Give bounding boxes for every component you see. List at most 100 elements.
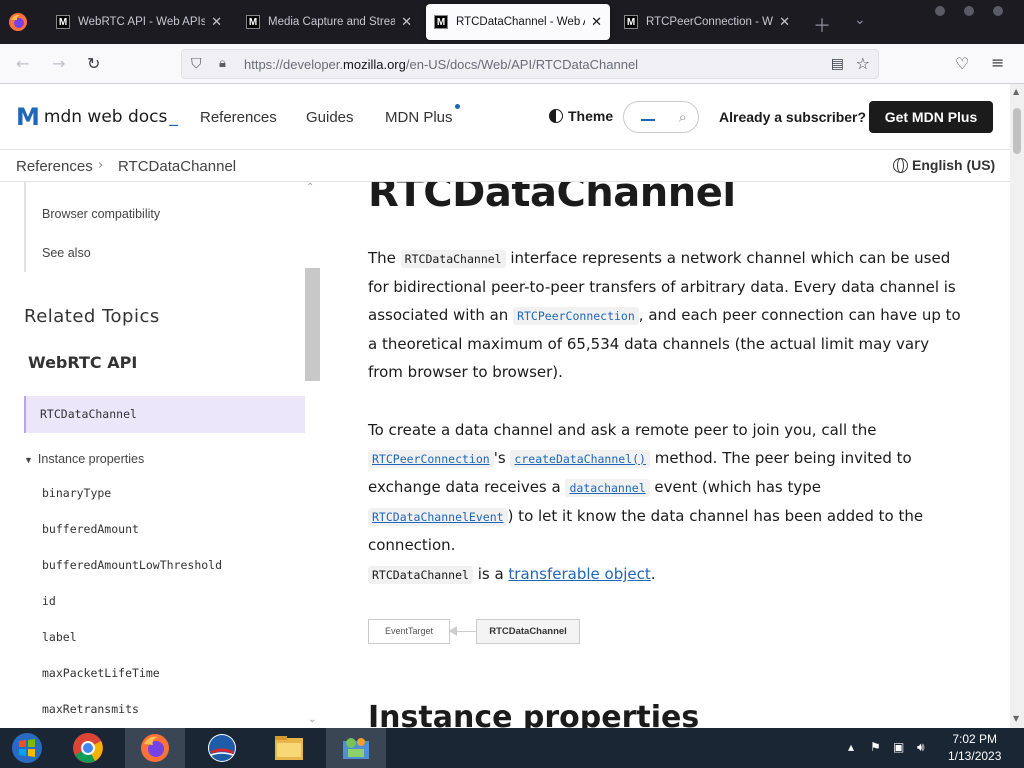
action-center-flag-icon[interactable]: ⚑ [870, 740, 881, 754]
subscriber-login-link[interactable]: Already a subscriber? [719, 109, 866, 125]
back-icon[interactable]: ← [16, 54, 29, 73]
toc-divider [24, 182, 26, 272]
scroll-up-icon[interactable]: ▲ [1013, 87, 1019, 96]
taskbar-file-explorer[interactable] [259, 728, 319, 768]
globe-icon [893, 157, 908, 173]
link-createdatachannel[interactable]: createDataChannel() [510, 450, 650, 468]
link-datachannel-event[interactable]: datachannel [565, 479, 650, 497]
sidebar-item-rtcdatachannel[interactable]: RTCDataChannel [24, 396, 305, 433]
tab-webrtc-api[interactable]: M WebRTC API - Web APIs ✕ [48, 4, 230, 40]
link-rtcpeerconnection[interactable]: RTCPeerConnection [513, 307, 639, 325]
close-tab-icon[interactable]: ✕ [591, 14, 602, 30]
taskbar-firefox[interactable] [125, 728, 185, 768]
get-mdn-plus-button[interactable]: Get MDN Plus [869, 101, 993, 133]
close-window-button[interactable] [993, 6, 1003, 16]
language-switcher[interactable]: English (US) [893, 157, 995, 173]
folder-icon [275, 736, 303, 760]
sidebar-section-instance-properties[interactable]: ▼ Instance properties [24, 452, 144, 466]
nav-references[interactable]: References [200, 109, 277, 126]
close-tab-icon[interactable]: ✕ [401, 14, 412, 30]
search-icon[interactable]: ⌕ [679, 108, 687, 126]
close-tab-icon[interactable]: ✕ [779, 14, 790, 30]
mdn-favicon-icon: M [56, 15, 70, 29]
theme-icon [549, 109, 563, 123]
code-rtcdatachannel: RTCDataChannel [368, 566, 473, 584]
nav-mdn-plus[interactable]: MDN Plus [385, 109, 453, 126]
tab-media-capture[interactable]: M Media Capture and Streams ✕ [238, 4, 420, 40]
reload-icon[interactable]: ↻ [87, 54, 100, 73]
sidebar-item-maxretransmits[interactable]: maxRetransmits [42, 702, 139, 716]
page-title: RTCDataChannel [368, 182, 736, 216]
toc-browser-compatibility[interactable]: Browser compatibility [42, 207, 160, 221]
breadcrumb-current[interactable]: RTCDataChannel [118, 158, 236, 175]
taskbar-chrome[interactable] [58, 728, 118, 768]
show-hidden-icons[interactable]: ▴ [848, 740, 854, 754]
link-rtcdatachannelevent[interactable]: RTCDataChannelEvent [368, 508, 508, 526]
bookmark-star-icon[interactable]: ☆ [856, 54, 870, 73]
windows-start-icon [12, 733, 42, 763]
text-cursor [641, 119, 655, 121]
mdn-header: M mdn web docs _ References Guides MDN P… [0, 84, 1010, 150]
tab-title: Media Capture and Streams [268, 16, 396, 28]
taskbar-control-panel[interactable] [326, 728, 386, 768]
inheritance-diagram: EventTarget RTCDataChannel [368, 619, 580, 644]
firefox-icon [141, 734, 169, 762]
new-tab-icon[interactable]: ＋ [813, 12, 831, 38]
network-icon[interactable]: ▣ [893, 740, 904, 754]
link-transferable-object[interactable]: transferable object [508, 565, 650, 583]
pocket-icon[interactable]: ♡ [955, 54, 969, 73]
browser-tab-bar: M WebRTC API - Web APIs ✕ M Media Captur… [0, 0, 1024, 44]
sidebar-scrollbar[interactable] [305, 268, 320, 381]
reader-view-icon[interactable]: ▤ [831, 56, 844, 72]
notification-dot [455, 104, 460, 109]
forward-icon[interactable]: → [52, 54, 65, 73]
code-rtcdatachannel: RTCDataChannel [400, 250, 506, 268]
taskbar-clock[interactable]: 7:02 PM 1/13/2023 [948, 731, 1001, 765]
breadcrumb: References › RTCDataChannel English (US) [0, 150, 1010, 182]
chevron-right-icon: › [98, 158, 104, 173]
inheritance-parent-box[interactable]: EventTarget [368, 619, 450, 644]
mdn-logo[interactable]: M mdn web docs _ [16, 103, 178, 131]
page-scrollbar[interactable]: ▲ ▼ [1010, 84, 1024, 728]
link-rtcpeerconnection[interactable]: RTCPeerConnection [368, 450, 494, 468]
sidebar-item-label[interactable]: label [42, 630, 77, 644]
sidebar-item-bufferedamountlowthreshold[interactable]: bufferedAmountLowThreshold [42, 558, 222, 572]
volume-icon[interactable]: 🔊︎ [917, 740, 925, 755]
toc-see-also[interactable]: See also [42, 246, 91, 260]
main-content: RTCDataChannel The RTCDataChannel interf… [320, 182, 1010, 728]
minimize-button[interactable] [935, 6, 945, 16]
url-bar[interactable]: ⛉ 🔒︎ https://developer.mozilla.org/en-US… [181, 49, 879, 79]
search-input[interactable]: ⌕ [623, 101, 699, 133]
tracking-protection-icon[interactable]: ⛉ [191, 56, 202, 72]
scroll-down-icon[interactable]: ▼ [1013, 714, 1019, 723]
chrome-icon [73, 733, 103, 763]
list-all-tabs-icon[interactable]: ⌄ [854, 12, 866, 28]
sidebar-item-binarytype[interactable]: binaryType [42, 486, 111, 500]
control-panel-icon [343, 738, 369, 759]
maximize-button[interactable] [964, 6, 974, 16]
nav-guides[interactable]: Guides [306, 109, 354, 126]
chevron-up-icon[interactable]: ⌃ [306, 182, 314, 193]
sidebar-item-maxpacketlifetime[interactable]: maxPacketLifeTime [42, 666, 160, 680]
breadcrumb-references[interactable]: References [16, 158, 93, 175]
scrollbar-thumb[interactable] [1013, 108, 1021, 154]
tab-title: RTCPeerConnection - Web [646, 16, 774, 28]
app-menu-icon[interactable]: ≡ [991, 53, 1004, 72]
tab-rtcdatachannel[interactable]: M RTCDataChannel - Web APIs ✕ [426, 4, 610, 40]
tab-rtcpeerconnection[interactable]: M RTCPeerConnection - Web ✕ [616, 4, 798, 40]
start-button[interactable] [0, 728, 54, 768]
chevron-down-icon[interactable]: ⌄ [308, 714, 316, 725]
taskbar-campaign-app[interactable] [192, 728, 252, 768]
sidebar-item-bufferedamount[interactable]: bufferedAmount [42, 522, 139, 536]
firefox-icon[interactable] [8, 12, 28, 32]
theme-switcher[interactable]: Theme [549, 108, 613, 124]
mdn-favicon-icon: M [246, 15, 260, 29]
url-text[interactable]: https://developer.mozilla.org/en-US/docs… [244, 57, 638, 72]
circle-logo-icon [208, 734, 236, 762]
lock-icon[interactable]: 🔒︎ [219, 56, 226, 71]
triangle-down-icon: ▼ [24, 455, 33, 465]
sidebar-item-id[interactable]: id [42, 594, 56, 608]
close-tab-icon[interactable]: ✕ [211, 14, 222, 30]
sidebar-group-webrtc-api[interactable]: WebRTC API [28, 353, 137, 372]
inheritance-child-box: RTCDataChannel [476, 619, 580, 644]
